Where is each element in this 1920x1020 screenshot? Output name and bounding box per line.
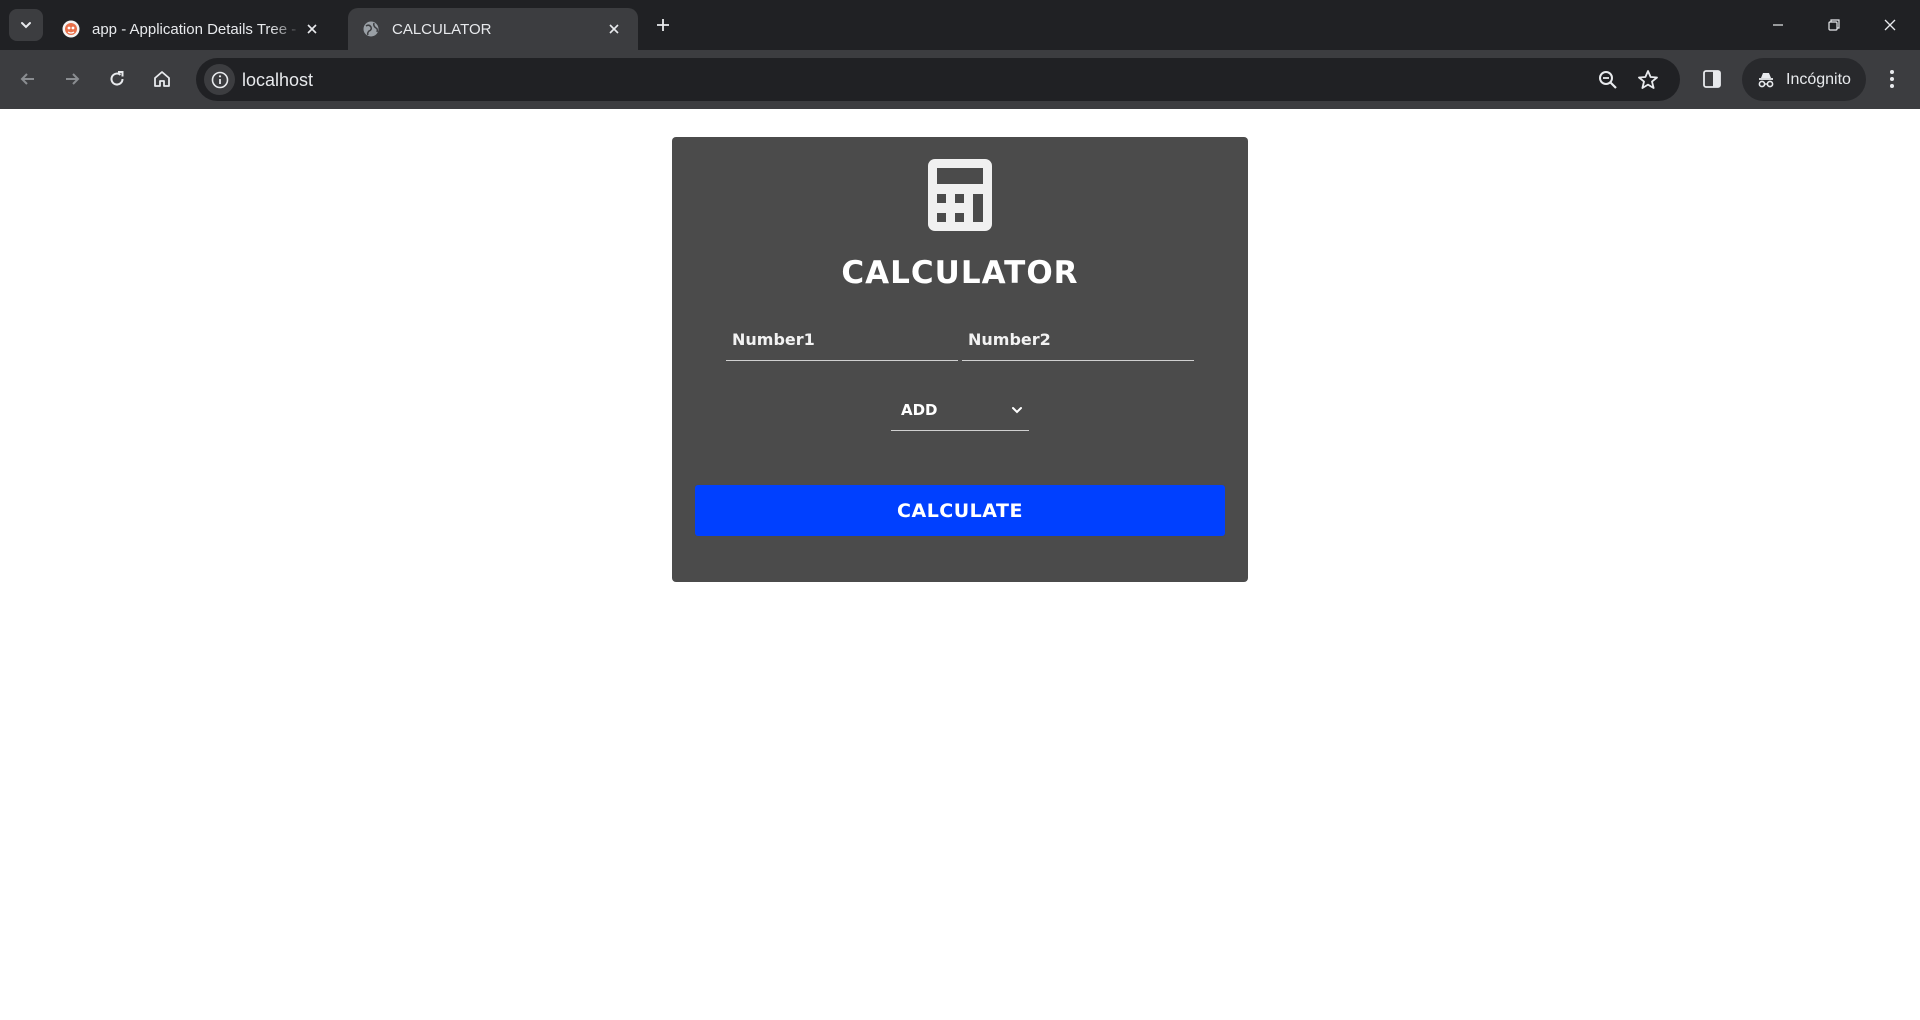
back-button[interactable] — [12, 63, 44, 95]
operation-select[interactable]: ADD — [891, 389, 1029, 431]
site-info-button[interactable] — [204, 64, 235, 95]
tab-strip: app - Application Details Tree - CALCULA… — [0, 0, 1920, 50]
close-icon — [1884, 19, 1896, 31]
close-tab-icon[interactable] — [604, 19, 624, 39]
page-title: CALCULATOR — [841, 255, 1079, 291]
close-tab-icon[interactable] — [302, 19, 322, 39]
number2-field — [962, 319, 1194, 361]
tab-calculator[interactable]: CALCULATOR — [348, 8, 638, 50]
tab-search-button[interactable] — [9, 9, 43, 41]
incognito-indicator[interactable]: Incógnito — [1742, 58, 1866, 101]
minimize-button[interactable] — [1750, 0, 1806, 50]
tab-title: CALCULATOR — [392, 20, 492, 38]
new-tab-button[interactable] — [650, 12, 676, 38]
bookmark-star-icon[interactable] — [1636, 68, 1660, 92]
forward-button[interactable] — [56, 63, 88, 95]
side-panel-icon[interactable] — [1700, 67, 1724, 91]
reload-button[interactable] — [101, 63, 133, 95]
incognito-label: Incógnito — [1786, 70, 1851, 88]
app-logo-icon — [62, 20, 80, 38]
minimize-icon — [1773, 24, 1783, 26]
browser-toolbar: localhost Incógnito — [0, 50, 1920, 109]
arrow-right-icon — [66, 73, 80, 85]
calculator-card: CALCULATOR ADD CALCULATE — [672, 137, 1248, 582]
url-text[interactable]: localhost — [242, 70, 313, 91]
restore-icon — [1828, 19, 1840, 31]
plus-icon — [657, 19, 669, 31]
restore-button[interactable] — [1806, 0, 1862, 50]
info-icon — [211, 71, 228, 88]
number2-input[interactable] — [962, 319, 1194, 360]
close-window-button[interactable] — [1862, 0, 1918, 50]
more-menu-icon[interactable] — [1880, 67, 1904, 91]
address-bar[interactable]: localhost — [196, 58, 1680, 101]
tab-app-details[interactable]: app - Application Details Tree - — [48, 8, 336, 50]
operation-selected-value: ADD — [901, 400, 938, 419]
reload-icon — [110, 71, 124, 86]
globe-icon — [363, 21, 379, 37]
chevron-down-icon — [21, 22, 31, 29]
tab-title: app - Application Details Tree - — [92, 20, 297, 38]
calculator-icon — [928, 159, 992, 231]
number1-input[interactable] — [726, 319, 958, 360]
incognito-icon — [1758, 72, 1774, 87]
arrow-left-icon — [20, 73, 34, 85]
zoom-icon[interactable] — [1596, 68, 1620, 92]
chevron-down-icon — [1012, 406, 1022, 413]
home-icon — [154, 71, 170, 87]
calculate-button[interactable]: CALCULATE — [695, 485, 1225, 536]
home-button[interactable] — [146, 63, 178, 95]
number1-field — [726, 319, 958, 361]
